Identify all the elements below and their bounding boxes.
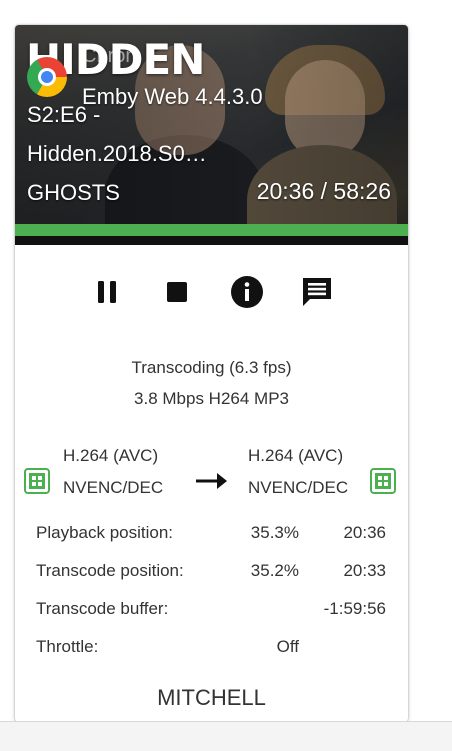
stat-label: Transcode position: bbox=[36, 561, 184, 580]
playback-controls bbox=[15, 275, 408, 309]
episode-label: S2:E6 - bbox=[27, 102, 101, 127]
stop-button[interactable] bbox=[160, 275, 194, 309]
stream-info: 3.8 Mbps H264 MP3 bbox=[134, 389, 289, 408]
pause-button[interactable] bbox=[90, 275, 124, 309]
info-icon bbox=[230, 276, 263, 308]
session-card: HIDDEN Chrom Emby Web 4.4.3.0 S2:E6 - Hi… bbox=[15, 25, 408, 722]
transcode-stats: Playback position: 35.3% 20:36 Transcode… bbox=[36, 523, 388, 675]
stop-icon bbox=[166, 282, 187, 302]
stat-percent: 35.3% bbox=[250, 523, 299, 542]
stat-label: Throttle: bbox=[36, 637, 99, 656]
session-user: GHOSTS bbox=[27, 180, 120, 205]
playback-time: 20:36 / 58:26 bbox=[256, 178, 391, 204]
source-codec-name: H.264 (AVC) bbox=[63, 446, 159, 465]
stat-time: -1:59:56 bbox=[323, 599, 386, 618]
target-codec-hw: NVENC/DEC bbox=[248, 478, 349, 497]
stat-row: Transcode position: 35.2% 20:33 bbox=[36, 561, 388, 599]
transcode-status: Transcoding (6.3 fps) bbox=[131, 358, 292, 377]
progress-fill bbox=[15, 224, 408, 236]
stat-time: 20:33 bbox=[343, 561, 386, 580]
target-codec: H.264 (AVC) NVENC/DEC bbox=[248, 440, 348, 504]
codec-row: H.264 (AVC) NVENC/DEC H.264 (AVC) NVENC/… bbox=[15, 440, 408, 500]
stat-percent: Off bbox=[276, 637, 299, 656]
stat-row: Throttle: Off bbox=[36, 637, 388, 675]
progress-bar[interactable] bbox=[15, 224, 408, 245]
now-playing-header[interactable]: HIDDEN Chrom Emby Web 4.4.3.0 S2:E6 - Hi… bbox=[15, 25, 408, 245]
stat-label: Playback position: bbox=[36, 523, 174, 542]
stat-row: Transcode buffer: -1:59:56 bbox=[36, 599, 388, 637]
stat-row: Playback position: 35.3% 20:36 bbox=[36, 523, 388, 561]
window-bottom-bar bbox=[0, 721, 452, 751]
next-session-user[interactable]: MITCHELL bbox=[15, 685, 408, 711]
file-name: Hidden.2018.S0… bbox=[27, 141, 207, 166]
message-button[interactable] bbox=[300, 275, 334, 309]
stat-percent: 35.2% bbox=[250, 561, 299, 580]
arrow-right-icon bbox=[196, 473, 227, 489]
source-codec: H.264 (AVC) NVENC/DEC bbox=[63, 440, 163, 504]
info-button[interactable] bbox=[230, 275, 264, 309]
chip-icon bbox=[24, 468, 50, 494]
chip-icon bbox=[370, 468, 396, 494]
target-codec-name: H.264 (AVC) bbox=[248, 446, 344, 465]
app-title: Emby Web 4.4.3.0 bbox=[82, 84, 263, 109]
message-icon bbox=[302, 278, 331, 306]
source-codec-hw: NVENC/DEC bbox=[63, 478, 164, 497]
stat-label: Transcode buffer: bbox=[36, 599, 169, 618]
chrome-icon bbox=[27, 57, 67, 97]
pause-icon bbox=[97, 281, 116, 303]
stat-time: 20:36 bbox=[343, 523, 386, 542]
window-title: Chrom bbox=[82, 45, 143, 67]
